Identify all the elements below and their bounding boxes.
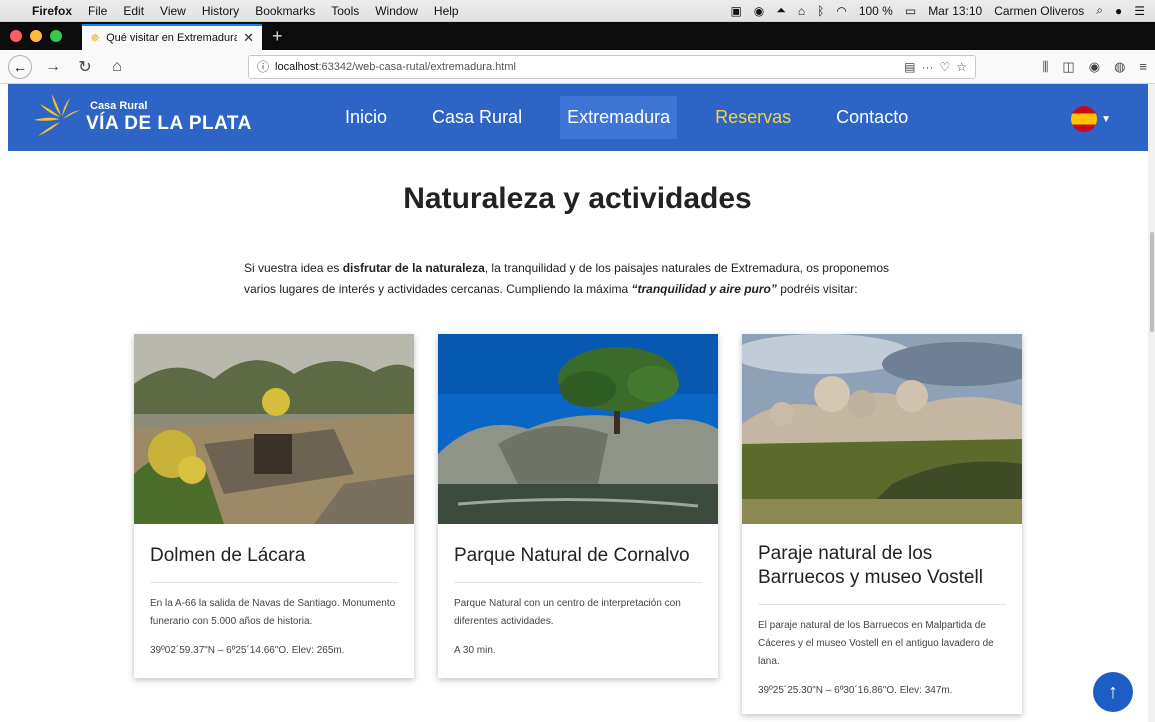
wifi-icon[interactable]: ◠ xyxy=(836,4,846,18)
nav-link-extremadura[interactable]: Extremadura xyxy=(560,96,678,139)
zoom-window-button[interactable] xyxy=(50,30,62,42)
card-barruecos[interactable]: Paraje natural de los Barruecos y museo … xyxy=(742,334,1022,714)
menu-window[interactable]: Window xyxy=(375,4,418,18)
clock[interactable]: Mar 13:10 xyxy=(928,4,982,18)
reader-view-icon[interactable]: ▤ xyxy=(904,60,915,74)
sidebar-icon[interactable]: ◫ xyxy=(1062,59,1074,75)
main-menu: Inicio Casa Rural Extremadura Reservas C… xyxy=(338,96,946,139)
card-dolmen[interactable]: Dolmen de Lácara En la A-66 la salida de… xyxy=(134,334,414,678)
extension-icon[interactable]: ◉ xyxy=(1089,59,1100,75)
account-icon[interactable]: ◍ xyxy=(1114,59,1125,75)
user-name[interactable]: Carmen Oliveros xyxy=(994,4,1084,18)
intro-paragraph: Si vuestra idea es disfrutar de la natur… xyxy=(244,258,924,300)
chevron-down-icon: ▼ xyxy=(1101,113,1111,125)
url-host: localhost xyxy=(275,60,319,73)
arrow-up-icon: ↑ xyxy=(1108,680,1118,703)
card-description: Parque Natural con un centro de interpre… xyxy=(454,598,681,627)
card-title: Paraje natural de los Barruecos y museo … xyxy=(758,542,1006,605)
page-title: Naturaleza y actividades xyxy=(403,182,752,215)
eye-icon[interactable]: ◉ xyxy=(754,4,764,18)
bookmark-star-icon[interactable]: ☆ xyxy=(956,60,967,74)
menu-help[interactable]: Help xyxy=(434,4,459,18)
card-cornalvo[interactable]: Parque Natural de Cornalvo Parque Natura… xyxy=(438,334,718,678)
menu-bookmarks[interactable]: Bookmarks xyxy=(255,4,315,18)
close-tab-icon[interactable]: ✕ xyxy=(243,30,254,46)
menu-history[interactable]: History xyxy=(202,4,239,18)
scrollbar-thumb[interactable] xyxy=(1150,232,1154,332)
intro-italic: “tranquilidad y aire puro” xyxy=(631,282,777,296)
new-tab-icon[interactable]: + xyxy=(262,22,293,50)
card-coordinates: 39º25´25.30"N – 6º30´16.86"O. Elev: 347m… xyxy=(758,685,953,696)
nav-link-reservas[interactable]: Reservas xyxy=(708,96,798,139)
back-arrow-icon[interactable]: ← xyxy=(8,54,32,79)
page-viewport: Casa Rural VÍA DE LA PLATA Inicio Casa R… xyxy=(0,84,1155,722)
intro-text-3: podréis visitar: xyxy=(776,282,858,296)
minimize-window-button[interactable] xyxy=(30,30,42,42)
menu-view[interactable]: View xyxy=(160,4,186,18)
menu-app-name[interactable]: Firefox xyxy=(32,4,72,18)
pocket-icon[interactable]: ♡ xyxy=(939,60,950,74)
bluetooth-icon[interactable]: ᛒ xyxy=(817,4,824,18)
macos-menu-bar: Firefox File Edit View History Bookmarks… xyxy=(0,0,1155,22)
site-favicon-icon: ✵ xyxy=(90,31,101,45)
lock-icon[interactable]: ⌂ xyxy=(798,4,805,18)
nav-link-inicio[interactable]: Inicio xyxy=(338,96,394,139)
info-icon[interactable]: ⓘ xyxy=(257,58,269,75)
page-scrollbar[interactable] xyxy=(1148,84,1155,722)
logo-small-text: Casa Rural xyxy=(90,100,148,112)
card-description: En la A-66 la salida de Navas de Santiag… xyxy=(150,598,396,627)
site-navbar: Casa Rural VÍA DE LA PLATA Inicio Casa R… xyxy=(8,84,1148,151)
spain-flag-icon xyxy=(1071,106,1098,132)
menu-file[interactable]: File xyxy=(88,4,107,18)
dolmen-image xyxy=(134,334,414,524)
card-title: Dolmen de Lácara xyxy=(150,544,398,583)
card-description: El paraje natural de los Barruecos en Ma… xyxy=(758,620,994,667)
hamburger-menu-icon[interactable]: ≡ xyxy=(1139,59,1147,75)
menu-edit[interactable]: Edit xyxy=(123,4,144,18)
battery-icon[interactable]: ▭ xyxy=(905,4,916,18)
notification-center-icon[interactable]: ☰ xyxy=(1134,4,1145,18)
nav-link-casa-rural[interactable]: Casa Rural xyxy=(425,96,529,139)
language-selector[interactable]: ▼ xyxy=(1071,106,1111,132)
barruecos-image xyxy=(742,334,1022,524)
window-controls xyxy=(10,22,62,50)
nav-link-contacto[interactable]: Contacto xyxy=(829,96,915,139)
intro-text-1: Si vuestra idea es xyxy=(244,261,343,275)
library-icon[interactable]: ⫼ xyxy=(1042,59,1048,75)
page-actions-icon[interactable]: ··· xyxy=(921,60,933,74)
navigation-toolbar: ← → ↻ ⌂ ⓘ localhost:63342/web-casa-rutal… xyxy=(0,50,1155,84)
card-title: Parque Natural de Cornalvo xyxy=(454,544,702,583)
scroll-to-top-button[interactable]: ↑ xyxy=(1093,672,1133,712)
forward-arrow-icon[interactable]: → xyxy=(42,58,64,76)
tab-active[interactable]: ✵ Qué visitar en Extremadura - Ca ✕ xyxy=(82,24,262,50)
spotlight-icon[interactable]: ⌕ xyxy=(1096,3,1103,18)
battery-percent: 100 % xyxy=(858,3,893,18)
url-path: :63342/web-casa-rutal/extremadura.html xyxy=(318,60,516,73)
tab-title: Qué visitar en Extremadura - Ca xyxy=(106,32,238,44)
card-duration: A 30 min. xyxy=(454,645,496,656)
reload-icon[interactable]: ↻ xyxy=(74,57,96,77)
siri-icon[interactable]: ● xyxy=(1115,4,1122,18)
intro-bold: disfrutar de la naturaleza xyxy=(342,261,485,275)
upload-icon[interactable]: ⏶ xyxy=(776,3,786,18)
logo-big-text: VÍA DE LA PLATA xyxy=(86,113,252,134)
sun-logo-icon xyxy=(34,94,80,136)
cornalvo-image xyxy=(438,334,718,524)
screen-icon[interactable]: ▣ xyxy=(730,4,741,18)
home-icon[interactable]: ⌂ xyxy=(106,58,128,76)
close-window-button[interactable] xyxy=(10,30,22,42)
site-logo[interactable]: Casa Rural VÍA DE LA PLATA xyxy=(30,92,252,142)
card-coordinates: 39º02´59.37"N – 6º25´14.66"O. Elev: 265m… xyxy=(150,645,345,656)
menu-tools[interactable]: Tools xyxy=(331,4,359,18)
url-bar[interactable]: ⓘ localhost:63342/web-casa-rutal/extrema… xyxy=(248,54,976,79)
tab-strip: ✵ Qué visitar en Extremadura - Ca ✕ + xyxy=(0,22,1155,50)
